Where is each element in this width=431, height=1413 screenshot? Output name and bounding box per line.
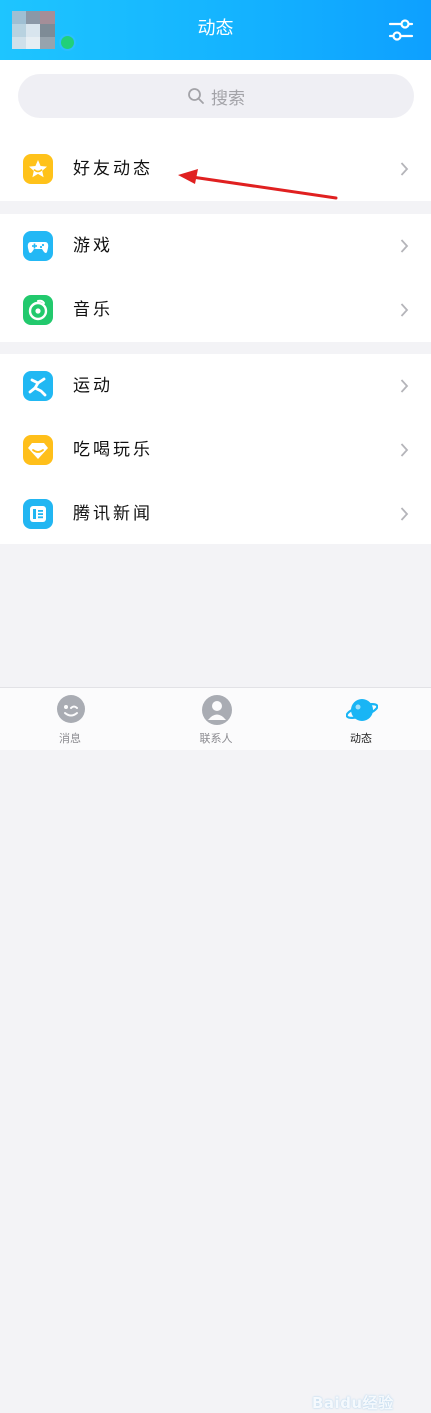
list-item-label: 吃喝玩乐 <box>73 440 153 460</box>
list-item-label: 好友动态 <box>73 159 153 179</box>
list-item-label: 游戏 <box>73 236 113 256</box>
list-item-games[interactable]: 游戏 <box>0 214 431 278</box>
diamond-icon <box>23 435 53 465</box>
search-section: 搜索 <box>0 60 431 138</box>
gamepad-icon <box>23 231 53 261</box>
chevron-right-icon <box>400 162 409 176</box>
tab-contacts[interactable]: 联系人 <box>166 688 266 750</box>
tab-label: 消息 <box>59 732 81 745</box>
star-icon <box>23 154 53 184</box>
search-input[interactable]: 搜索 <box>18 74 414 118</box>
tab-label: 联系人 <box>199 732 233 745</box>
news-icon <box>23 499 53 529</box>
list-group-entertainment: 游戏 音乐 <box>0 214 431 342</box>
chat-icon <box>57 695 85 723</box>
search-placeholder: 搜索 <box>211 88 245 109</box>
tab-feed[interactable]: 动态 <box>311 688 411 750</box>
list-item-label: 运动 <box>73 376 113 396</box>
list-item-music[interactable]: 音乐 <box>0 278 431 342</box>
tab-messages[interactable]: 消息 <box>20 688 120 750</box>
page-title: 动态 <box>197 18 234 39</box>
chevron-right-icon <box>400 443 409 457</box>
top-bar: 动态 <box>0 0 431 60</box>
runner-icon <box>23 371 53 401</box>
annotation-arrow-icon <box>178 169 338 200</box>
list-group-lifestyle: 运动 吃喝玩乐 腾讯新闻 <box>0 354 431 544</box>
list-item-food-fun[interactable]: 吃喝玩乐 <box>0 418 431 482</box>
list-item-label: 腾讯新闻 <box>73 504 153 524</box>
chevron-right-icon <box>400 507 409 521</box>
tab-label: 动态 <box>350 732 372 745</box>
list-item-label: 音乐 <box>73 300 113 320</box>
watermark: Baidu经验 <box>312 1394 394 1412</box>
contact-icon <box>202 695 232 725</box>
filter-settings-icon[interactable] <box>388 18 414 42</box>
search-icon <box>188 88 204 104</box>
chevron-right-icon <box>400 239 409 253</box>
chevron-right-icon <box>400 379 409 393</box>
chevron-right-icon <box>400 303 409 317</box>
list-item-sports[interactable]: 运动 <box>0 354 431 418</box>
planet-icon <box>346 699 378 721</box>
music-icon <box>23 295 53 325</box>
bottom-tab-bar: 消息 联系人 动态 Baidu经验 <box>0 687 431 1412</box>
list-item-tencent-news[interactable]: 腾讯新闻 <box>0 482 431 546</box>
